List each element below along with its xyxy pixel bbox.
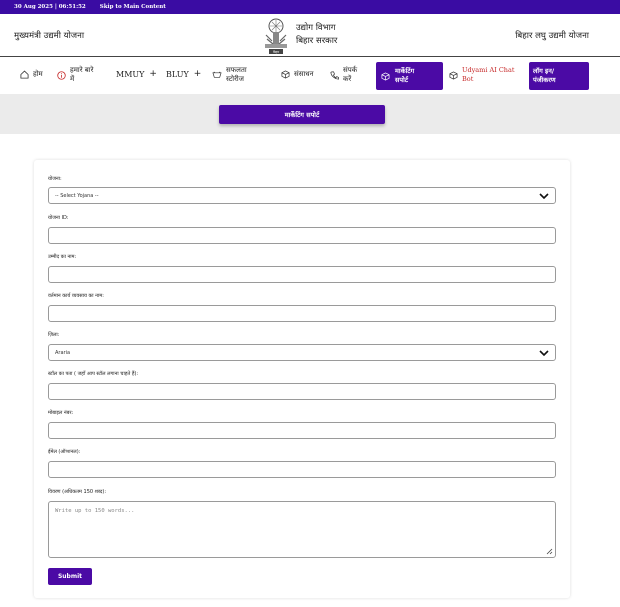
- stall-address-input[interactable]: [48, 383, 556, 400]
- home-icon: [20, 70, 29, 79]
- government-name: बिहार सरकार: [296, 36, 338, 46]
- nav-marketing-line2: सपोर्ट: [395, 76, 409, 84]
- nav-resources-label: संसाधन: [294, 70, 314, 78]
- nav-success-stories[interactable]: सफलता स्टोरीज: [212, 66, 247, 84]
- yojana-selected-value: -- Select Yojana --: [55, 192, 99, 199]
- nav-bluy-label: BLUY: [166, 70, 189, 79]
- name-input[interactable]: [48, 266, 556, 283]
- main-nav: होम हमारे बारे में MMUY + BLUY + सफलता स…: [0, 58, 620, 94]
- nav-chatbot[interactable]: Udyami AI Chat Bot: [449, 66, 514, 84]
- nav-contact-line1: संपर्क: [343, 66, 358, 74]
- yojana-label: योजना:: [48, 176, 62, 182]
- nav-marketing-line1: मार्केटिंग: [395, 67, 415, 75]
- nav-about[interactable]: हमारे बारे में: [57, 66, 93, 84]
- district-label: ज़िला:: [48, 332, 60, 338]
- nav-about-line2: में: [70, 75, 75, 83]
- email-input[interactable]: [48, 461, 556, 478]
- bihar-emblem-icon[interactable]: बिहार: [260, 17, 292, 55]
- business-name-input[interactable]: [48, 305, 556, 322]
- nav-resources[interactable]: संसाधन: [281, 70, 313, 79]
- phone-icon: [330, 71, 339, 79]
- nav-login-line2: पंजीकरण: [533, 76, 556, 84]
- emblem-text: बिहार: [273, 50, 280, 54]
- cube-icon: [281, 70, 290, 79]
- nav-marketing-support-button[interactable]: मार्केटिंग सपोर्ट: [376, 62, 443, 90]
- cube-icon: [381, 71, 390, 81]
- description-placeholder: Write up to 150 words...: [55, 508, 135, 514]
- business-name-label: वर्तमान कार्य व्यवसाय का नाम:: [48, 293, 104, 299]
- mobile-label: मोबाइल नंबर:: [48, 410, 74, 416]
- nav-home[interactable]: होम: [20, 70, 43, 79]
- cube-icon: [449, 70, 458, 80]
- department-name: उद्योग विभाग: [296, 23, 336, 33]
- department-title: उद्योग विभाग बिहार सरकार: [296, 22, 337, 48]
- header-left-title[interactable]: मुख्यमंत्री उद्यमी योजना: [14, 30, 84, 41]
- nav-success-line1: सफलता: [226, 66, 247, 74]
- description-textarea[interactable]: Write up to 150 words...: [48, 501, 556, 558]
- chevron-down-icon: [539, 193, 549, 200]
- nav-home-label: होम: [33, 70, 43, 78]
- district-selected-value: Araria: [55, 349, 71, 356]
- nav-success-line2: स्टोरीज: [226, 75, 244, 83]
- yojana-id-input[interactable]: [48, 227, 556, 244]
- mobile-input[interactable]: [48, 422, 556, 439]
- nav-about-line1: हमारे बारे: [70, 66, 94, 74]
- email-label: ईमेल (ऑप्शनल):: [48, 449, 81, 455]
- stall-address-label: स्टॉल का पता ( जहाँ आप स्टॉल लगाना चाहते…: [48, 371, 139, 377]
- plus-icon: +: [193, 69, 202, 79]
- marketing-support-title-button[interactable]: मार्केटिंग सपोर्ट: [219, 105, 385, 124]
- nav-contact-line2: करें: [343, 75, 352, 83]
- nav-chatbot-line2: Bot: [462, 75, 474, 83]
- yojana-id-label: योजना ID:: [48, 215, 69, 221]
- chevron-down-icon: [539, 350, 549, 357]
- nav-contact[interactable]: संपर्क करें: [330, 66, 357, 84]
- date-time: 30 Aug 2025 | 06:51:52: [14, 4, 86, 10]
- yojana-select[interactable]: -- Select Yojana --: [48, 187, 556, 204]
- resize-grip-icon[interactable]: [545, 547, 553, 555]
- name-label: उम्मीद का नाम:: [48, 254, 77, 260]
- plus-icon: +: [149, 69, 157, 79]
- nav-login-line1: लॉग इन/: [533, 67, 555, 75]
- top-bar: 30 Aug 2025 | 06:51:52 Skip to Main Cont…: [0, 0, 620, 14]
- submit-button[interactable]: Submit: [48, 568, 92, 585]
- header-right-title[interactable]: बिहार लघु उद्यमी योजना: [515, 30, 589, 41]
- nav-chatbot-line1: Udyami AI Chat: [462, 66, 515, 74]
- info-icon: [57, 70, 66, 80]
- nav-mmuy[interactable]: MMUY +: [116, 69, 157, 80]
- nav-login-register-button[interactable]: लॉग इन/ पंजीकरण: [529, 62, 589, 90]
- nav-bluy[interactable]: BLUY +: [166, 69, 202, 80]
- district-select[interactable]: Araria: [48, 344, 556, 361]
- nav-mmuy-label: MMUY: [116, 70, 145, 79]
- site-header: मुख्यमंत्री उद्यमी योजना बिहार उद्योग वि…: [0, 14, 620, 57]
- description-label: विवरण (अधिकतम 150 शब्द):: [48, 489, 107, 495]
- trophy-icon: [212, 71, 222, 78]
- skip-to-content-link[interactable]: Skip to Main Content: [100, 4, 166, 10]
